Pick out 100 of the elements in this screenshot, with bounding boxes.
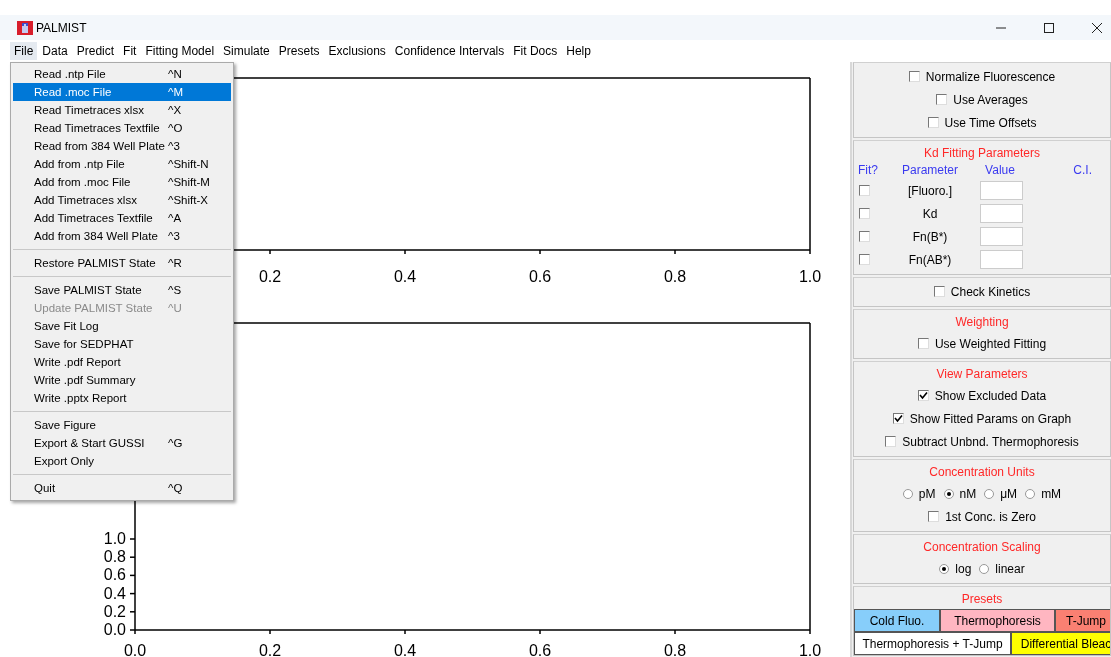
radio-button[interactable]: mM	[1025, 486, 1062, 501]
maximize-icon[interactable]	[1043, 21, 1055, 34]
close-icon[interactable]	[1091, 21, 1103, 34]
menu-item-label: Read .ntp File	[34, 68, 107, 80]
menu-item-label: Export & Start GUSSI	[34, 437, 146, 449]
menu-item[interactable]: Fit	[119, 42, 141, 60]
shortcut-label: ^M	[168, 86, 183, 98]
tick-label: 0.0	[103, 621, 126, 638]
column-header: C.I.	[1072, 163, 1093, 177]
menu-item-label: Save for SEDPHAT	[34, 338, 135, 350]
radio-button[interactable]: pM	[902, 486, 936, 501]
value-field[interactable]	[980, 181, 1023, 200]
menu-item[interactable]: Export & Start GUSSI ^G	[13, 434, 231, 452]
tick-label: 0.4	[393, 268, 417, 285]
checkbox[interactable]: Show Fitted Params on Graph	[892, 411, 1072, 426]
menu-item[interactable]: Write .pptx Report	[13, 389, 231, 407]
parameter-name: Kd	[921, 206, 939, 221]
menu-item[interactable]: Export Only	[13, 452, 231, 470]
menu-item[interactable]: File	[10, 42, 38, 60]
menu-item[interactable]: Add Timetraces Textfile ^A	[13, 209, 231, 227]
shortcut-label: ^Q	[168, 482, 183, 494]
menu-item-label: Add from .moc File	[34, 176, 132, 188]
value-field[interactable]	[980, 227, 1023, 246]
menu-item[interactable]: Read from 384 Well Plate ^3	[13, 137, 231, 155]
menu-item[interactable]: Read Timetraces Textfile ^O	[13, 119, 231, 137]
shortcut-label: ^N	[168, 68, 182, 80]
menu-item[interactable]: Save for SEDPHAT	[13, 335, 231, 353]
check-mark-icon	[893, 414, 903, 423]
value-field[interactable]	[980, 250, 1023, 269]
menu-item[interactable]: Simulate	[219, 42, 274, 60]
menu-item[interactable]: Save Fit Log	[13, 317, 231, 335]
shortcut-label: ^U	[168, 302, 182, 314]
menu-item[interactable]: Help	[562, 42, 595, 60]
radio-button[interactable]: log	[939, 561, 972, 576]
window-title: PALMIST	[36, 20, 87, 35]
menu-item[interactable]: Save Figure	[13, 416, 231, 434]
value-field[interactable]	[980, 204, 1023, 223]
preset-button[interactable]: Thermophoresis + T-Jump	[854, 632, 1011, 655]
menu-item-label: Save Fit Log	[34, 320, 100, 332]
checkbox[interactable]	[859, 231, 870, 242]
menu-item[interactable]: Read Timetraces xlsx ^X	[13, 101, 231, 119]
menu-item[interactable]: Fitting Model	[141, 42, 219, 60]
checkbox[interactable]	[859, 185, 870, 196]
app-logo-icon	[17, 19, 33, 36]
menu-item[interactable]: Add from 384 Well Plate ^3	[13, 227, 231, 245]
menu-item-label: Quit	[34, 482, 57, 494]
column-header: Fit?	[857, 163, 879, 177]
parameter-name: Fn(B*)	[911, 229, 949, 244]
menu-item[interactable]: Confidence Intervals	[390, 42, 509, 60]
menu-item[interactable]: Predict	[72, 42, 119, 60]
menu-item[interactable]: Add Timetraces xlsx ^Shift-X	[13, 191, 231, 209]
menu-item[interactable]: Quit ^Q	[13, 479, 231, 497]
menu-item-label: Add from 384 Well Plate	[34, 230, 159, 242]
shortcut-label: ^A	[168, 212, 182, 224]
menu-item[interactable]: Save PALMIST State ^S	[13, 281, 231, 299]
checkbox[interactable]	[859, 208, 870, 219]
checkbox[interactable]	[859, 254, 870, 265]
tick-label: 0.4	[103, 584, 126, 602]
checkbox[interactable]: 1st Conc. is Zero	[928, 509, 1036, 524]
checkbox[interactable]: Show Excluded Data	[917, 388, 1047, 403]
menu-item[interactable]: Presets	[274, 42, 324, 60]
menu-item[interactable]: Add from .moc File ^Shift-M	[13, 173, 231, 191]
menu-item[interactable]: Add from .ntp File ^Shift-N	[13, 155, 231, 173]
tick-label: 0.6	[528, 268, 552, 285]
checkbox[interactable]: Use Averages	[936, 92, 1028, 107]
menu-item[interactable]: Read .ntp File ^N	[13, 65, 231, 83]
menu-item[interactable]: Data	[38, 42, 72, 60]
radio-button[interactable]: μM	[984, 486, 1018, 501]
section-title: Presets	[960, 591, 1004, 608]
checkbox[interactable]: Check Kinetics	[933, 284, 1031, 299]
radio-button[interactable]: linear	[979, 561, 1025, 576]
menu-item[interactable]: Write .pdf Summary	[13, 371, 231, 389]
tick-label: 0.8	[663, 268, 687, 285]
checkbox[interactable]: Use Weighted Fitting	[917, 336, 1047, 351]
radio-button[interactable]: nM	[943, 486, 977, 501]
preset-button[interactable]: Cold Fluo.	[854, 609, 940, 632]
parameter-name: [Fluoro.]	[907, 183, 953, 198]
preset-button[interactable]: T-Jump	[1055, 609, 1110, 632]
menu-item-label: Read from 384 Well Plate	[34, 140, 166, 152]
column-header: Parameter	[901, 163, 959, 177]
check-mark-icon	[918, 391, 928, 400]
checkbox[interactable]: Use Time Offsets	[927, 115, 1037, 130]
menu-item[interactable]: Fit Docs	[509, 42, 562, 60]
preset-button[interactable]: Thermophoresis	[940, 609, 1055, 632]
menu-item[interactable]: Exclusions	[324, 42, 390, 60]
tick-label: 1.0	[798, 642, 822, 657]
section-title: Kd Fitting Parameters	[922, 145, 1041, 162]
menu-item-label: Read .moc File	[34, 86, 113, 98]
menu-item[interactable]: Restore PALMIST State ^R	[13, 254, 231, 272]
shortcut-label: ^3	[168, 230, 180, 242]
shortcut-label: ^3	[168, 140, 180, 152]
menu-item-label: Write .pdf Summary	[34, 374, 137, 386]
menu-item[interactable]: Write .pdf Report	[13, 353, 231, 371]
tick-label: 1.0	[103, 530, 126, 547]
menu-item-label: Add Timetraces xlsx	[34, 194, 138, 206]
checkbox[interactable]: Subtract Unbnd. Thermophoresis	[885, 434, 1079, 449]
menu-item[interactable]: Read .moc File ^M	[13, 83, 231, 101]
tick-label: 0.6	[103, 566, 126, 584]
checkbox[interactable]: Normalize Fluorescence	[908, 69, 1056, 84]
menu-item-label: Read Timetraces Textfile	[34, 122, 161, 134]
